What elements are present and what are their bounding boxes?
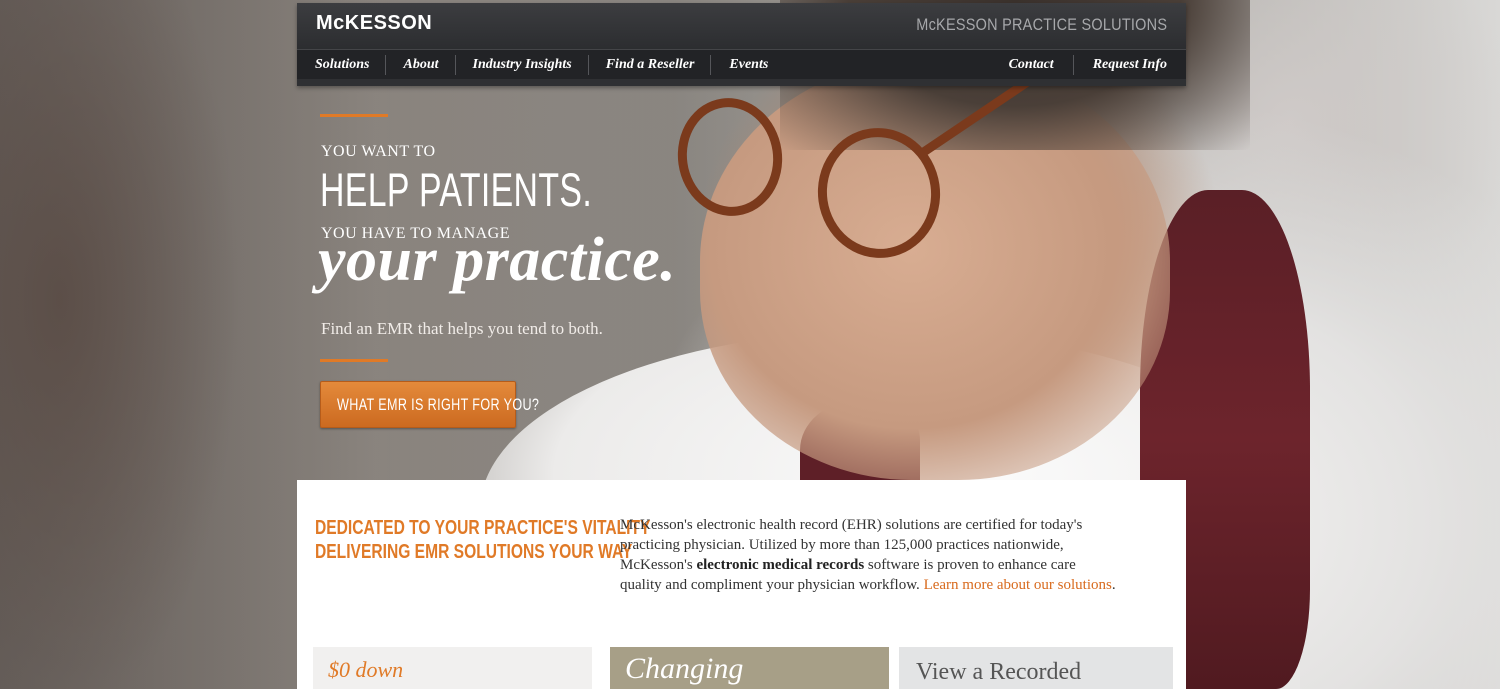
panel-heading-line-2: DELIVERING EMR SOLUTIONS YOUR WAY xyxy=(315,541,633,563)
what-emr-cta-button[interactable]: WHAT EMR IS RIGHT FOR YOU? xyxy=(320,381,539,428)
nav-item-events[interactable]: Events xyxy=(729,57,768,73)
card-view-recorded[interactable]: View a Recorded xyxy=(899,647,1173,689)
learn-more-link[interactable]: Learn more about our solutions xyxy=(924,577,1112,593)
panel-body-text: McKesson's electronic health record (EHR… xyxy=(620,515,1120,595)
panel-body-bold: electronic medical records xyxy=(696,557,865,573)
card-zero-down[interactable]: $0 down xyxy=(313,647,592,689)
nav-item-contact[interactable]: Contact xyxy=(1009,57,1054,73)
card-label: View a Recorded xyxy=(916,659,1082,685)
intro-panel: DEDICATED TO YOUR PRACTICE'S VITALITY DE… xyxy=(297,480,1186,689)
nav-divider xyxy=(1072,54,1074,75)
panel-body-end: . xyxy=(1111,577,1116,593)
card-changing[interactable]: Changing xyxy=(610,647,889,689)
hero-eyebrow-1: You want to xyxy=(321,143,436,160)
card-label: $0 down xyxy=(328,657,404,682)
hero-accent-line-top xyxy=(320,114,388,117)
header-top-bar: McKESSON McKESSON PRACTICE SOLUTIONS xyxy=(297,3,1186,49)
nav-divider xyxy=(454,54,456,75)
nav-item-industry-insights[interactable]: Industry Insights xyxy=(473,57,572,73)
nav-right-group: Contact Request Info xyxy=(990,50,1186,79)
hero-accent-line-bottom xyxy=(320,359,388,362)
panel-heading-line-1: DEDICATED TO YOUR PRACTICE'S VITALITY xyxy=(315,517,651,539)
nav-item-about[interactable]: About xyxy=(403,57,438,73)
main-nav: Solutions About Industry Insights Find a… xyxy=(297,49,1186,79)
hero-headline-help-patients: HELP PATIENTS. xyxy=(320,163,593,216)
nav-left-group: Solutions About Industry Insights Find a… xyxy=(297,50,768,79)
practice-solutions-title: McKESSON PRACTICE SOLUTIONS xyxy=(916,15,1167,34)
site-header: McKESSON McKESSON PRACTICE SOLUTIONS Sol… xyxy=(297,3,1186,86)
nav-divider xyxy=(587,54,589,75)
hero-subline: Find an EMR that helps you tend to both. xyxy=(321,319,603,338)
mckesson-logo[interactable]: McKESSON xyxy=(316,12,432,35)
nav-divider xyxy=(385,54,387,75)
hero-headline-your-practice: your practice. xyxy=(318,226,677,294)
nav-divider xyxy=(710,54,712,75)
card-label: Changing xyxy=(625,652,744,685)
nav-item-request-info[interactable]: Request Info xyxy=(1093,57,1167,73)
nav-item-find-a-reseller[interactable]: Find a Reseller xyxy=(606,57,695,73)
nav-item-solutions[interactable]: Solutions xyxy=(315,57,369,73)
panel-heading: DEDICATED TO YOUR PRACTICE'S VITALITY DE… xyxy=(315,516,651,564)
cta-label: WHAT EMR IS RIGHT FOR YOU? xyxy=(337,395,540,414)
